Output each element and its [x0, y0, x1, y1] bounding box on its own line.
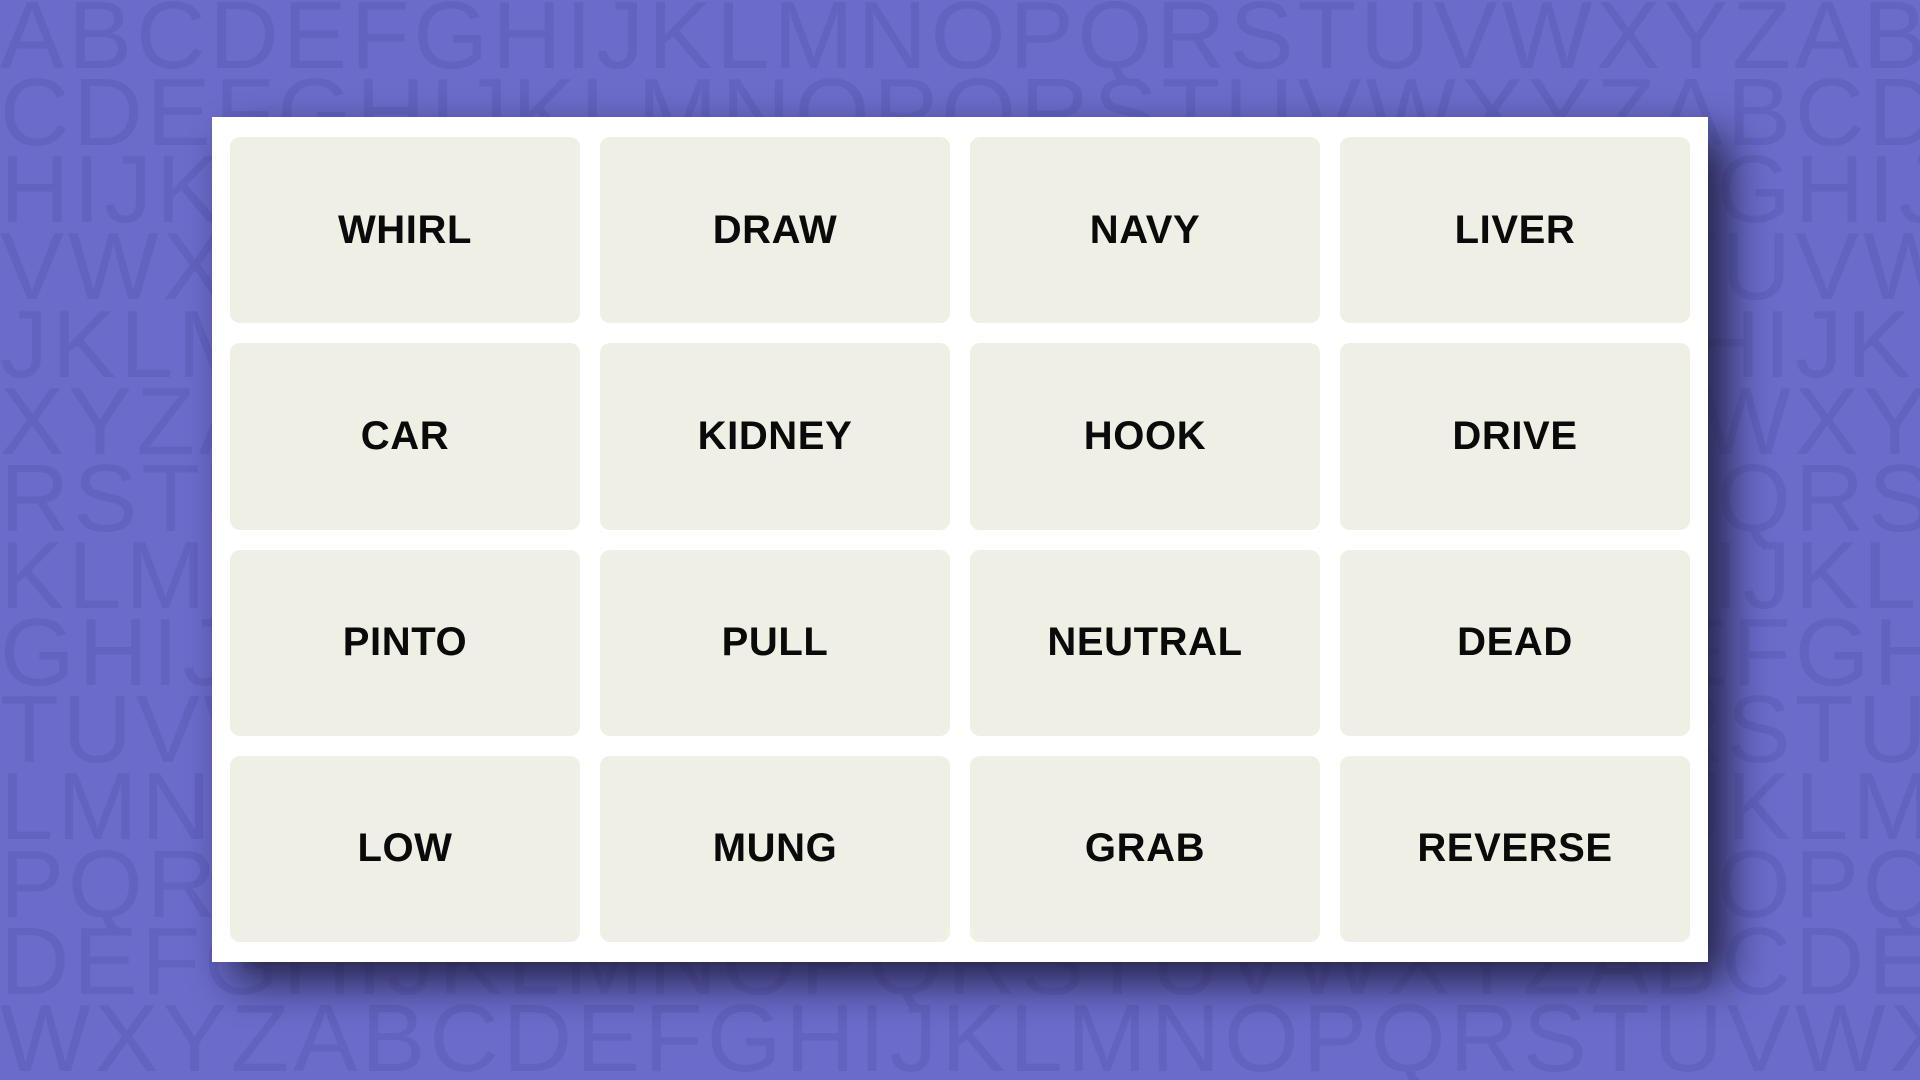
word-tile-label: DRAW [712, 207, 838, 252]
word-tile[interactable]: PULL [600, 549, 950, 736]
word-tile-label: NAVY [1089, 207, 1201, 252]
word-tile[interactable]: DRIVE [1340, 343, 1690, 530]
word-tile-label: KIDNEY [697, 413, 853, 458]
word-tile-label: GRAB [1084, 826, 1206, 871]
word-tile-label: LOW [357, 826, 453, 871]
word-tile[interactable]: REVERSE [1340, 755, 1690, 942]
word-tile-label: NEUTRAL [1047, 620, 1243, 665]
word-tile-grid: WHIRL DRAW NAVY LIVER CAR KIDNEY HOOK DRIVE PINT… [230, 137, 1690, 942]
word-tile[interactable]: GRAB [970, 755, 1320, 942]
word-tile[interactable]: LIVER [1340, 137, 1690, 324]
word-tile[interactable]: CAR [230, 343, 580, 530]
wallpaper-letter-row: ABCDEFGHIJKLMNOPQRSTUVWXYZABCDEFGHIJ [0, 0, 1920, 89]
word-tile[interactable]: WHIRL [230, 137, 580, 324]
word-tile-label: PINTO [342, 620, 468, 665]
word-tile-label: PULL [721, 620, 829, 665]
word-tile-label: MUNG [712, 826, 838, 871]
wallpaper-letter-row: WXYZABCDEFGHIJKLMNOPQRSTUVWXYZABCDEF [0, 984, 1920, 1080]
puzzle-board: WHIRL DRAW NAVY LIVER CAR KIDNEY HOOK DRIVE PINT… [212, 117, 1708, 962]
word-tile[interactable]: HOOK [970, 343, 1320, 530]
word-tile[interactable]: LOW [230, 755, 580, 942]
word-tile[interactable]: NAVY [970, 137, 1320, 324]
word-tile[interactable]: PINTO [230, 549, 580, 736]
word-tile-label: HOOK [1083, 413, 1207, 458]
word-tile-label: WHIRL [337, 207, 473, 252]
word-tile-label: LIVER [1454, 207, 1576, 252]
word-tile[interactable]: DEAD [1340, 549, 1690, 736]
word-tile[interactable]: DRAW [600, 137, 950, 324]
word-tile-label: REVERSE [1417, 826, 1613, 871]
word-tile-label: DRIVE [1452, 413, 1578, 458]
word-tile[interactable]: KIDNEY [600, 343, 950, 530]
word-tile-label: DEAD [1457, 620, 1573, 665]
word-tile[interactable]: NEUTRAL [970, 549, 1320, 736]
word-tile-label: CAR [360, 413, 450, 458]
word-tile[interactable]: MUNG [600, 755, 950, 942]
